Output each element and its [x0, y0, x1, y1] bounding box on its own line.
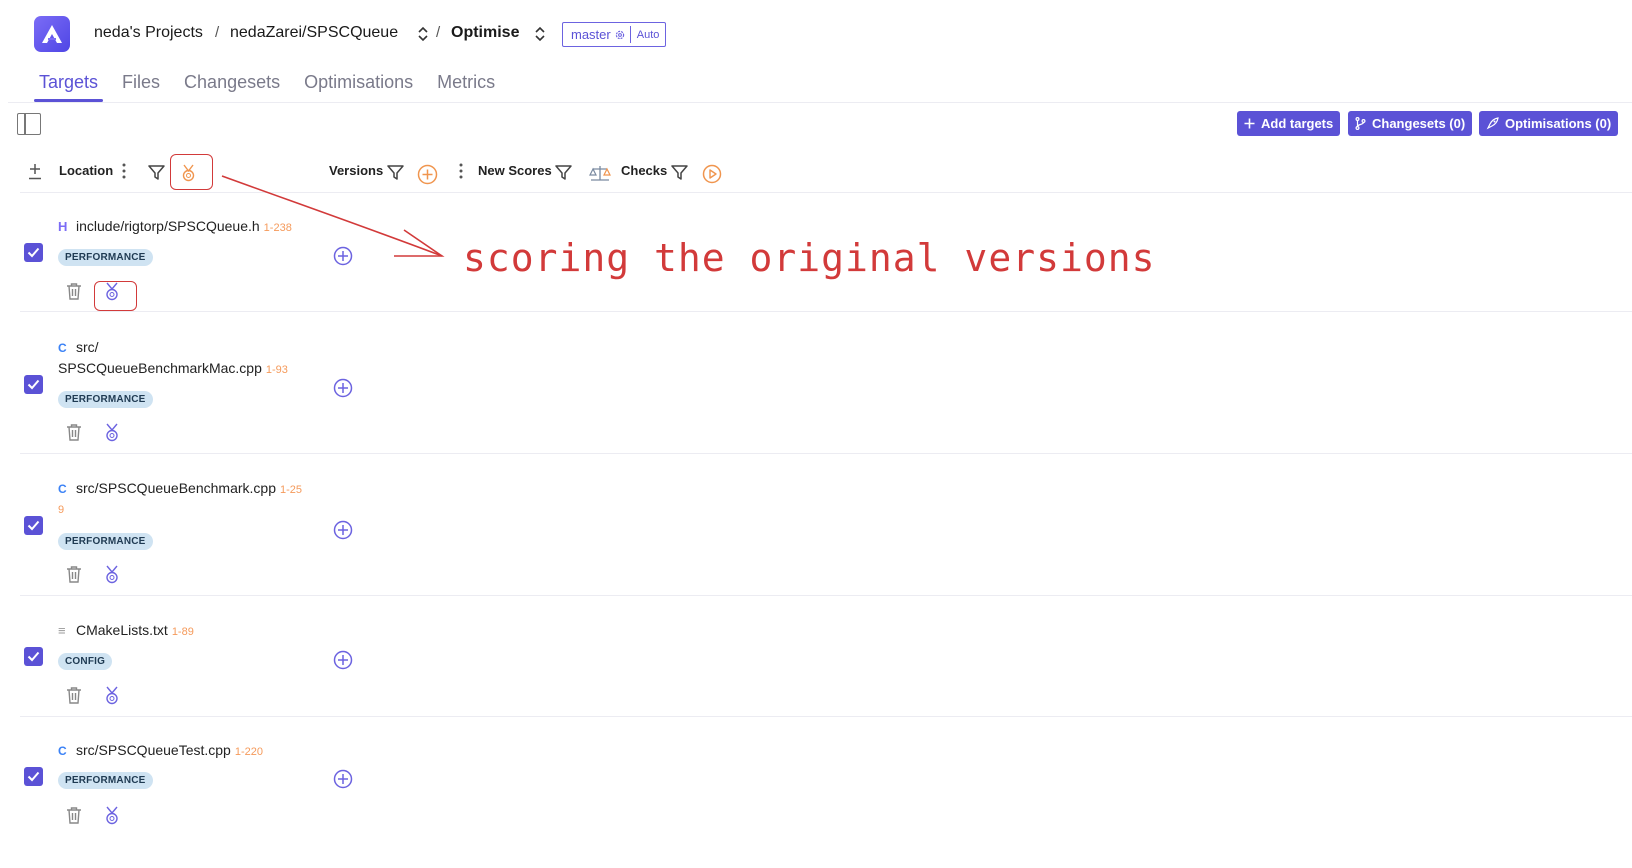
more-vertical-icon[interactable] [122, 163, 126, 179]
checkmark-icon [27, 651, 40, 662]
filter-icon[interactable] [671, 165, 688, 180]
optimisations-button[interactable]: Optimisations (0) [1479, 111, 1619, 136]
cpp-file-icon: C [58, 744, 67, 758]
table-row: ≡ CMakeLists.txt 1-89 CONFIG [20, 597, 1632, 717]
file-path-text: SPSCQueueBenchmarkMac.cpp [58, 360, 262, 376]
column-new-scores[interactable]: New Scores [478, 158, 552, 182]
line-range: 1-93 [265, 364, 288, 376]
tab-divider [8, 102, 1632, 103]
row-checkbox[interactable] [24, 375, 43, 394]
page-switcher-icon[interactable] [533, 24, 547, 44]
tag-badge: CONFIG [58, 653, 113, 670]
add-version-icon[interactable] [333, 650, 353, 670]
line-range-wrap: 9 [58, 504, 65, 516]
trash-icon[interactable] [66, 424, 82, 441]
annotation-highlight-box [94, 281, 137, 311]
cpp-file-icon: C [58, 482, 67, 496]
tab-metrics[interactable]: Metrics [432, 70, 500, 102]
breadcrumb-page[interactable]: Optimise [451, 24, 519, 42]
tag-badge: PERFORMANCE [58, 772, 153, 789]
column-checks[interactable]: Checks [621, 158, 667, 182]
tab-optimisations[interactable]: Optimisations [299, 70, 418, 102]
branch-mode[interactable]: Auto [629, 26, 666, 43]
line-range: 1-220 [234, 746, 263, 758]
annotation-highlight-box [170, 154, 213, 190]
tab-files[interactable]: Files [117, 70, 165, 102]
add-version-icon[interactable] [333, 769, 353, 789]
checkmark-icon [27, 771, 40, 782]
file-path[interactable]: Csrc/SPSCQueueTest.cpp 1-220 [58, 740, 263, 762]
annotation-arrow-icon [221, 175, 445, 257]
rocket-icon [1486, 117, 1499, 130]
expand-collapse-icon[interactable] [28, 163, 42, 180]
checkmark-icon [27, 379, 40, 390]
tag-badge: PERFORMANCE [58, 533, 153, 550]
file-path[interactable]: Csrc/SPSCQueueBenchmark.cpp 1-25 [58, 478, 302, 500]
file-path-continued[interactable]: SPSCQueueBenchmarkMac.cpp 1-93 [58, 358, 288, 380]
gear-icon [615, 30, 624, 39]
row-checkbox[interactable] [24, 243, 43, 262]
file-path[interactable]: Csrc/ [58, 337, 99, 358]
breadcrumb-repo[interactable]: nedaZarei/SPSCQueue [230, 24, 398, 42]
cpp-file-icon: C [58, 341, 67, 355]
row-checkbox[interactable] [24, 516, 43, 535]
trash-icon[interactable] [66, 687, 82, 704]
file-path-text: CMakeLists.txt [76, 622, 168, 638]
branch-icon [1355, 117, 1366, 130]
file-path-text: src/SPSCQueueBenchmark.cpp [76, 480, 276, 496]
filter-icon[interactable] [555, 165, 572, 180]
trash-icon[interactable] [66, 566, 82, 583]
score-medal-icon[interactable] [103, 686, 121, 705]
branch-selector[interactable]: master Auto [562, 22, 667, 47]
checkmark-icon [27, 520, 40, 531]
row-checkbox[interactable] [24, 647, 43, 666]
add-version-icon[interactable] [333, 378, 353, 398]
tab-changesets[interactable]: Changesets [179, 70, 285, 102]
row-checkbox[interactable] [24, 767, 43, 786]
app-logo[interactable] [34, 16, 70, 52]
table-row: Csrc/SPSCQueueBenchmark.cpp 1-25 9 PERFOR… [20, 455, 1632, 596]
logo-icon [42, 25, 62, 43]
tab-bar: Targets Files Changesets Optimisations M… [34, 70, 514, 102]
file-path-text: src/SPSCQueueTest.cpp [76, 742, 231, 758]
add-targets-label: Add targets [1261, 116, 1334, 131]
sidebar-toggle-icon[interactable] [17, 113, 41, 135]
branch-name: master [571, 27, 611, 42]
header-file-icon: H [58, 219, 68, 234]
add-version-icon[interactable] [333, 520, 353, 540]
text-file-icon: ≡ [58, 623, 66, 638]
column-location[interactable]: Location [59, 158, 113, 182]
score-medal-icon[interactable] [103, 565, 121, 584]
file-path[interactable]: ≡ CMakeLists.txt 1-89 [58, 620, 194, 642]
annotation-text: scoring the original versions [463, 236, 1156, 280]
checkmark-icon [27, 247, 40, 258]
changesets-label: Changesets (0) [1372, 116, 1466, 131]
table-row: Csrc/ SPSCQueueBenchmarkMac.cpp 1-93 PERF… [20, 313, 1632, 454]
repo-switcher-icon[interactable] [416, 24, 430, 44]
plus-icon [1244, 118, 1255, 129]
add-targets-button[interactable]: Add targets [1237, 111, 1341, 136]
filter-icon[interactable] [148, 165, 165, 180]
optimisations-label: Optimisations (0) [1505, 116, 1612, 131]
changesets-button[interactable]: Changesets (0) [1348, 111, 1473, 136]
score-medal-icon[interactable] [103, 423, 121, 442]
trash-icon[interactable] [66, 283, 82, 300]
file-path-text: src/ [76, 339, 99, 355]
breadcrumb-separator: / [215, 24, 220, 41]
more-vertical-icon[interactable] [459, 163, 463, 179]
tag-badge: PERFORMANCE [58, 249, 153, 266]
tag-badge: PERFORMANCE [58, 391, 153, 408]
trash-icon[interactable] [66, 807, 82, 824]
compare-scales-icon[interactable] [589, 164, 611, 183]
table-row: Csrc/SPSCQueueTest.cpp 1-220 PERFORMANCE [20, 718, 1632, 838]
score-medal-icon[interactable] [103, 806, 121, 825]
breadcrumb-separator: / [436, 24, 441, 41]
line-range: 1-89 [171, 626, 194, 638]
breadcrumb-workspace[interactable]: neda's Projects [94, 24, 203, 42]
line-range: 1-25 [279, 484, 303, 496]
tab-targets[interactable]: Targets [34, 70, 104, 102]
run-checks-icon[interactable] [702, 164, 722, 184]
